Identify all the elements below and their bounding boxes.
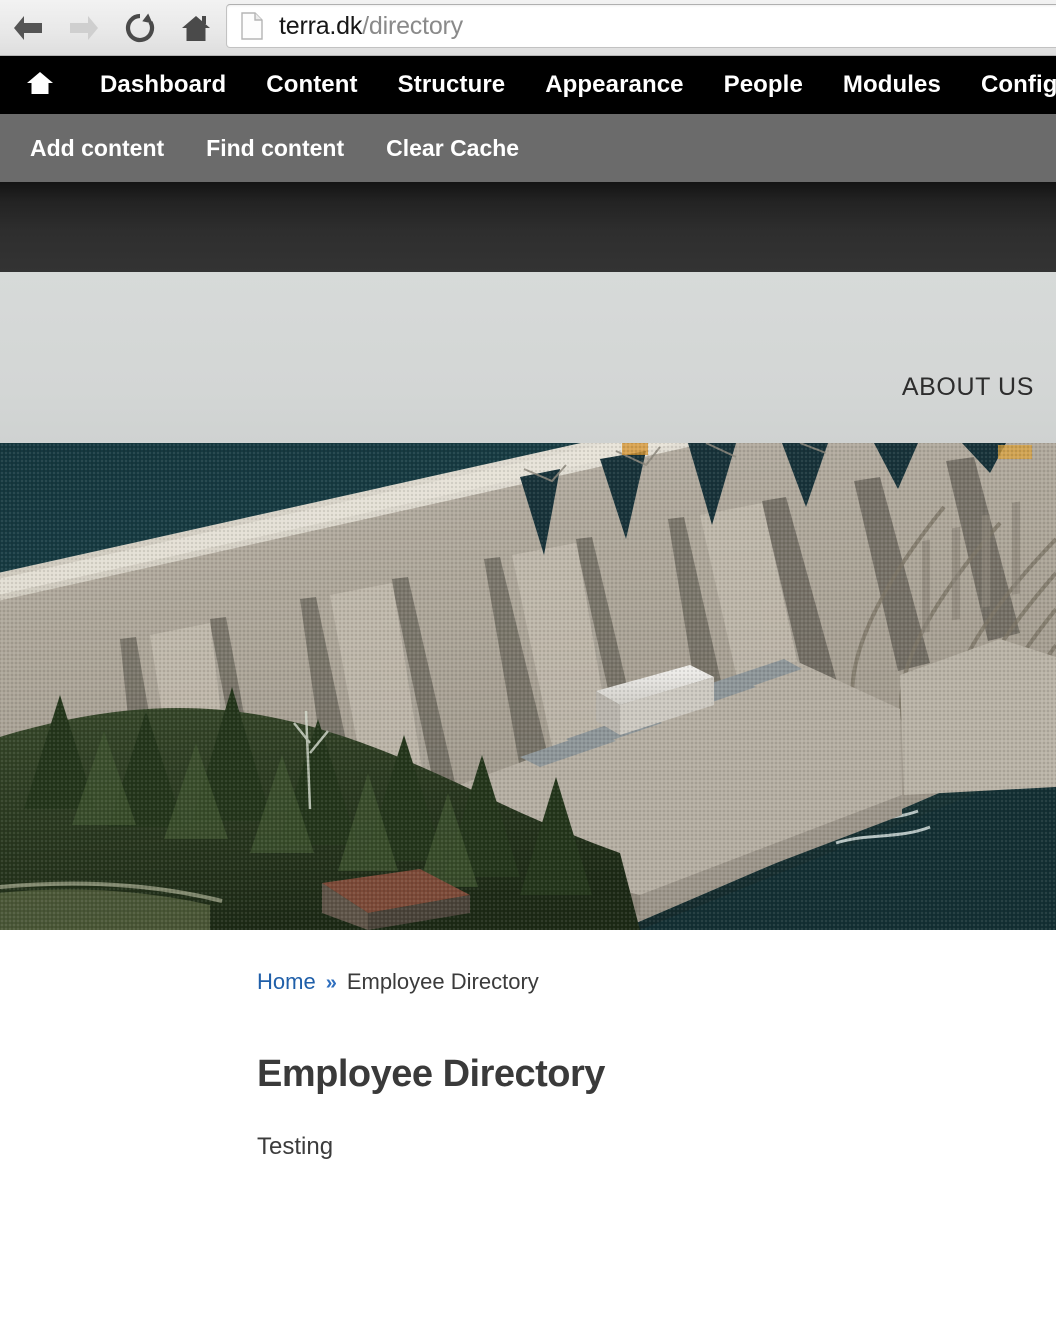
page-body-text: Testing [257,1133,334,1160]
browser-chrome: terra.dk/directory [0,0,1056,56]
url-path: /directory [362,11,463,40]
admin-home-link[interactable] [26,70,54,101]
dark-divider-band [0,182,1056,272]
reload-icon [124,12,156,44]
address-bar[interactable]: terra.dk/directory [226,4,1056,48]
reload-button[interactable] [112,0,168,56]
breadcrumb-separator-icon: » [325,972,337,994]
breadcrumb-home-link[interactable]: Home [257,969,316,995]
breadcrumb-current: Employee Directory [346,969,539,994]
breadcrumb: Home » Employee Directory [257,969,539,995]
admin-menu-structure[interactable]: Structure [378,71,526,99]
site-header: ABOUT US [0,272,1056,443]
home-button[interactable] [168,0,224,56]
home-icon [180,12,212,44]
shortcut-add-content[interactable]: Add content [16,135,178,162]
shortcut-toolbar: Add content Find content Clear Cache [0,114,1056,182]
shortcut-find-content[interactable]: Find content [192,135,358,162]
page-title: Employee Directory [257,1053,605,1095]
admin-menu-dashboard[interactable]: Dashboard [80,71,246,99]
admin-menu-appearance[interactable]: Appearance [525,71,703,99]
forward-button[interactable] [56,0,112,56]
arrow-left-icon [11,13,45,43]
admin-menu-content[interactable]: Content [246,71,377,99]
shortcut-clear-cache[interactable]: Clear Cache [372,135,533,162]
admin-menu-modules[interactable]: Modules [823,71,961,99]
page-document-icon [241,12,263,40]
hero-banner-image [0,443,1056,930]
arrow-right-icon [67,13,101,43]
admin-toolbar: Dashboard Content Structure Appearance P… [0,56,1056,114]
admin-menu-configuration[interactable]: Configuration [961,71,1056,99]
site-nav-about-us[interactable]: ABOUT US [902,373,1034,402]
url-host: terra.dk [279,11,363,40]
page-content: Home » Employee Directory Employee Direc… [0,930,1056,1322]
admin-menu-people[interactable]: People [704,71,823,99]
address-bar-text: terra.dk/directory [279,12,463,41]
home-icon [26,70,54,101]
back-button[interactable] [0,0,56,56]
